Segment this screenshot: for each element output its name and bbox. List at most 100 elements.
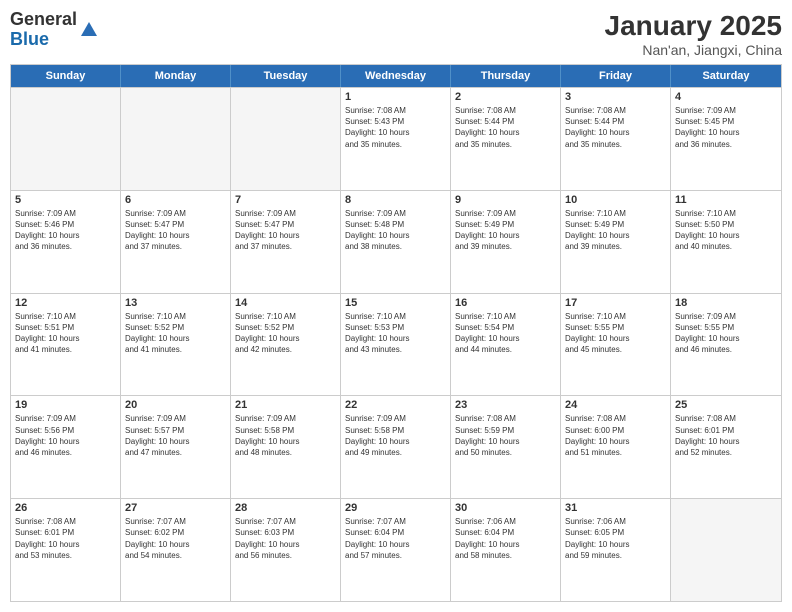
day-cell-23: 23Sunrise: 7:08 AM Sunset: 5:59 PM Dayli… <box>451 396 561 498</box>
day-info: Sunrise: 7:10 AM Sunset: 5:50 PM Dayligh… <box>675 208 777 253</box>
day-number: 26 <box>15 502 116 514</box>
day-number: 28 <box>235 502 336 514</box>
header-monday: Monday <box>121 65 231 87</box>
week-row-5: 26Sunrise: 7:08 AM Sunset: 6:01 PM Dayli… <box>11 498 781 601</box>
day-cell-11: 11 Sunrise: 7:10 AM Sunset: 5:50 PM Dayli… <box>671 191 781 293</box>
day-number: 1 <box>345 91 446 103</box>
day-info: Sunrise: 7:09 AM Sunset: 5:55 PM Dayligh… <box>675 311 777 356</box>
logo-blue: Blue <box>10 29 49 49</box>
day-cell-5: 5 Sunrise: 7:09 AM Sunset: 5:46 PM Daylig… <box>11 191 121 293</box>
day-number: 2 <box>455 91 556 103</box>
day-info: Sunrise: 7:08 AM Sunset: 6:00 PM Dayligh… <box>565 413 666 458</box>
day-number: 14 <box>235 297 336 309</box>
day-number: 7 <box>235 194 336 206</box>
day-number: 29 <box>345 502 446 514</box>
day-number: 6 <box>125 194 226 206</box>
title-block: January 2025 Nan'an, Jiangxi, China <box>605 10 782 58</box>
day-number: 31 <box>565 502 666 514</box>
day-info: Sunrise: 7:08 AM Sunset: 5:44 PM Dayligh… <box>565 105 666 150</box>
day-number: 10 <box>565 194 666 206</box>
day-info: Sunrise: 7:09 AM Sunset: 5:56 PM Dayligh… <box>15 413 116 458</box>
day-info: Sunrise: 7:08 AM Sunset: 5:43 PM Dayligh… <box>345 105 446 150</box>
day-number: 20 <box>125 399 226 411</box>
day-number: 23 <box>455 399 556 411</box>
header-sunday: Sunday <box>11 65 121 87</box>
day-cell-12: 12 Sunrise: 7:10 AM Sunset: 5:51 PM Dayli… <box>11 294 121 396</box>
day-info: Sunrise: 7:07 AM Sunset: 6:03 PM Dayligh… <box>235 516 336 561</box>
empty-cell <box>121 88 231 190</box>
day-info: Sunrise: 7:09 AM Sunset: 5:45 PM Dayligh… <box>675 105 777 150</box>
day-number: 19 <box>15 399 116 411</box>
day-number: 3 <box>565 91 666 103</box>
day-info: Sunrise: 7:07 AM Sunset: 6:04 PM Dayligh… <box>345 516 446 561</box>
day-info: Sunrise: 7:09 AM Sunset: 5:46 PM Dayligh… <box>15 208 116 253</box>
day-cell-19: 19 Sunrise: 7:09 AM Sunset: 5:56 PM Dayli… <box>11 396 121 498</box>
day-number: 27 <box>125 502 226 514</box>
day-number: 12 <box>15 297 116 309</box>
day-info: Sunrise: 7:10 AM Sunset: 5:51 PM Dayligh… <box>15 311 116 356</box>
page-header: General Blue January 2025 Nan'an, Jiangx… <box>10 10 782 58</box>
day-cell-2: 2 Sunrise: 7:08 AM Sunset: 5:44 PM Daylig… <box>451 88 561 190</box>
day-number: 15 <box>345 297 446 309</box>
calendar-title: January 2025 <box>605 10 782 42</box>
day-info: Sunrise: 7:06 AM Sunset: 6:04 PM Dayligh… <box>455 516 556 561</box>
day-cell-9: 9 Sunrise: 7:09 AM Sunset: 5:49 PM Daylig… <box>451 191 561 293</box>
day-cell-15: 15Sunrise: 7:10 AM Sunset: 5:53 PM Dayli… <box>341 294 451 396</box>
day-info: Sunrise: 7:07 AM Sunset: 6:02 PM Dayligh… <box>125 516 226 561</box>
day-info: Sunrise: 7:09 AM Sunset: 5:49 PM Dayligh… <box>455 208 556 253</box>
day-cell-21: 21Sunrise: 7:09 AM Sunset: 5:58 PM Dayli… <box>231 396 341 498</box>
day-cell-1: 1 Sunrise: 7:08 AM Sunset: 5:43 PM Daylig… <box>341 88 451 190</box>
day-cell-22: 22 Sunrise: 7:09 AM Sunset: 5:58 PM Dayli… <box>341 396 451 498</box>
week-row-2: 5 Sunrise: 7:09 AM Sunset: 5:46 PM Daylig… <box>11 190 781 293</box>
day-info: Sunrise: 7:10 AM Sunset: 5:52 PM Dayligh… <box>235 311 336 356</box>
calendar-body: 1 Sunrise: 7:08 AM Sunset: 5:43 PM Daylig… <box>11 87 781 601</box>
day-number: 25 <box>675 399 777 411</box>
calendar-subtitle: Nan'an, Jiangxi, China <box>605 42 782 58</box>
day-cell-3: 3 Sunrise: 7:08 AM Sunset: 5:44 PM Daylig… <box>561 88 671 190</box>
day-cell-18: 18 Sunrise: 7:09 AM Sunset: 5:55 PM Dayli… <box>671 294 781 396</box>
header-friday: Friday <box>561 65 671 87</box>
day-info: Sunrise: 7:09 AM Sunset: 5:57 PM Dayligh… <box>125 413 226 458</box>
day-info: Sunrise: 7:06 AM Sunset: 6:05 PM Dayligh… <box>565 516 666 561</box>
day-info: Sunrise: 7:09 AM Sunset: 5:58 PM Dayligh… <box>345 413 446 458</box>
logo: General Blue <box>10 10 99 50</box>
day-number: 11 <box>675 194 777 206</box>
day-cell-24: 24 Sunrise: 7:08 AM Sunset: 6:00 PM Dayli… <box>561 396 671 498</box>
day-number: 4 <box>675 91 777 103</box>
day-cell-31: 31 Sunrise: 7:06 AM Sunset: 6:05 PM Dayli… <box>561 499 671 601</box>
day-cell-29: 29 Sunrise: 7:07 AM Sunset: 6:04 PM Dayli… <box>341 499 451 601</box>
day-number: 9 <box>455 194 556 206</box>
empty-cell <box>11 88 121 190</box>
day-info: Sunrise: 7:09 AM Sunset: 5:48 PM Dayligh… <box>345 208 446 253</box>
day-number: 13 <box>125 297 226 309</box>
day-info: Sunrise: 7:10 AM Sunset: 5:55 PM Dayligh… <box>565 311 666 356</box>
day-cell-7: 7 Sunrise: 7:09 AM Sunset: 5:47 PM Daylig… <box>231 191 341 293</box>
day-cell-20: 20 Sunrise: 7:09 AM Sunset: 5:57 PM Dayli… <box>121 396 231 498</box>
day-number: 21 <box>235 399 336 411</box>
day-info: Sunrise: 7:09 AM Sunset: 5:47 PM Dayligh… <box>235 208 336 253</box>
calendar: SundayMondayTuesdayWednesdayThursdayFrid… <box>10 64 782 602</box>
header-saturday: Saturday <box>671 65 781 87</box>
day-info: Sunrise: 7:08 AM Sunset: 5:44 PM Dayligh… <box>455 105 556 150</box>
day-info: Sunrise: 7:10 AM Sunset: 5:52 PM Dayligh… <box>125 311 226 356</box>
day-cell-17: 17Sunrise: 7:10 AM Sunset: 5:55 PM Dayli… <box>561 294 671 396</box>
day-number: 18 <box>675 297 777 309</box>
day-cell-10: 10 Sunrise: 7:10 AM Sunset: 5:49 PM Dayli… <box>561 191 671 293</box>
day-number: 22 <box>345 399 446 411</box>
day-number: 24 <box>565 399 666 411</box>
day-number: 8 <box>345 194 446 206</box>
week-row-4: 19 Sunrise: 7:09 AM Sunset: 5:56 PM Dayli… <box>11 395 781 498</box>
day-cell-30: 30 Sunrise: 7:06 AM Sunset: 6:04 PM Dayli… <box>451 499 561 601</box>
day-cell-8: 8 Sunrise: 7:09 AM Sunset: 5:48 PM Daylig… <box>341 191 451 293</box>
day-number: 5 <box>15 194 116 206</box>
day-cell-16: 16Sunrise: 7:10 AM Sunset: 5:54 PM Dayli… <box>451 294 561 396</box>
empty-cell <box>231 88 341 190</box>
day-info: Sunrise: 7:10 AM Sunset: 5:49 PM Dayligh… <box>565 208 666 253</box>
day-cell-6: 6Sunrise: 7:09 AM Sunset: 5:47 PM Daylig… <box>121 191 231 293</box>
day-number: 30 <box>455 502 556 514</box>
day-info: Sunrise: 7:10 AM Sunset: 5:54 PM Dayligh… <box>455 311 556 356</box>
day-cell-13: 13 Sunrise: 7:10 AM Sunset: 5:52 PM Dayli… <box>121 294 231 396</box>
day-cell-28: 28 Sunrise: 7:07 AM Sunset: 6:03 PM Dayli… <box>231 499 341 601</box>
day-cell-4: 4 Sunrise: 7:09 AM Sunset: 5:45 PM Daylig… <box>671 88 781 190</box>
calendar-header: SundayMondayTuesdayWednesdayThursdayFrid… <box>11 65 781 87</box>
